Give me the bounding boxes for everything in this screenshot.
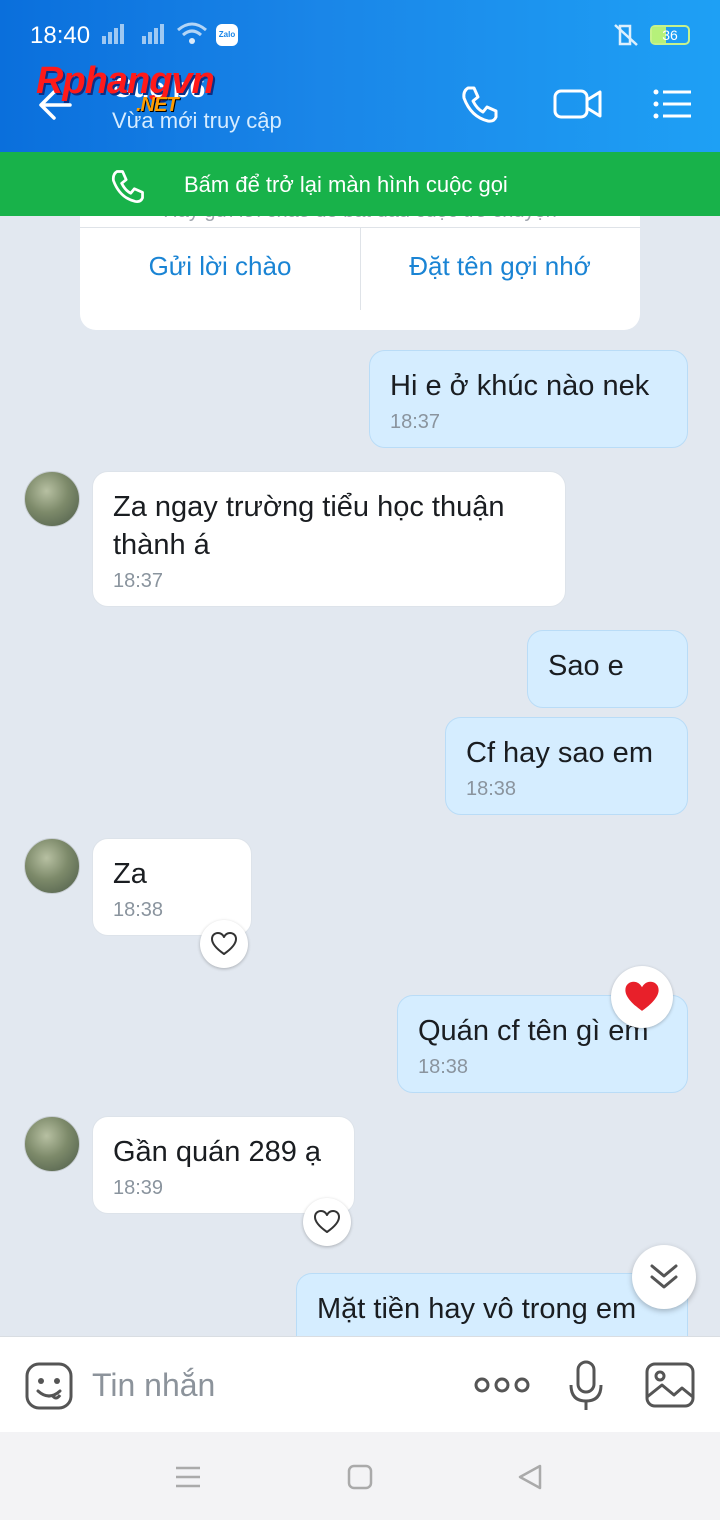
sticker-emoji-icon[interactable]: [24, 1361, 74, 1411]
top-bar: 18:40 Zalo 36 Cuc b6 Vừa mới truy cập Rp…: [0, 0, 720, 152]
chat-area[interactable]: Hãy gửi lời chào để bắt đầu cuộc trò chu…: [0, 216, 720, 1336]
react-heart-button[interactable]: [200, 920, 248, 968]
message-text: Sao e: [548, 650, 624, 682]
heart-outline-icon: [314, 1210, 340, 1233]
back-triangle-icon[interactable]: [516, 1463, 544, 1491]
wifi-icon: [176, 22, 208, 47]
image-gallery-icon[interactable]: [644, 1361, 696, 1409]
message-bubble-received[interactable]: Za ngay trường tiểu học thuận thành á 18…: [92, 471, 566, 607]
message-bubble-sent[interactable]: Cf hay sao em 18:38: [445, 717, 688, 815]
reaction-heart-badge[interactable]: [611, 966, 673, 1028]
contact-avatar[interactable]: [24, 838, 80, 894]
status-bar: 18:40 Zalo 36: [0, 0, 720, 60]
message-time: 18:37: [113, 570, 164, 592]
heart-outline-icon: [211, 932, 237, 955]
message-text: Hi e ở khúc nào nek: [390, 370, 650, 402]
message-composer: Tin nhắn: [0, 1336, 720, 1432]
set-nickname-button[interactable]: Đặt tên gợi nhớ: [360, 251, 640, 282]
microphone-icon[interactable]: [566, 1359, 606, 1413]
message-text: Mặt tiền hay vô trong em: [317, 1293, 637, 1325]
return-to-call-banner[interactable]: Bấm để trở lại màn hình cuộc gọi: [0, 152, 720, 216]
message-text: Cf hay sao em: [466, 737, 653, 769]
message-bubble-sent[interactable]: Sao e: [527, 630, 688, 708]
message-input[interactable]: Tin nhắn: [92, 1367, 215, 1404]
battery-indicator: 36: [650, 25, 690, 45]
send-greeting-button[interactable]: Gửi lời chào: [80, 251, 360, 282]
message-text: Za: [113, 858, 147, 890]
phone-icon[interactable]: [458, 82, 502, 126]
mute-vibrate-icon: [612, 22, 640, 51]
scroll-to-bottom-button[interactable]: [632, 1245, 696, 1309]
more-options-icon[interactable]: [474, 1373, 530, 1397]
watermark-logo: Rphangvn .NET: [36, 60, 215, 116]
message-time: 18:39: [113, 1177, 164, 1199]
message-text: Za ngay trường tiểu học thuận thành á: [113, 491, 505, 561]
message-text: Quán cf tên gì em: [418, 1015, 649, 1047]
signal-icon-2: [138, 22, 168, 47]
react-heart-button[interactable]: [303, 1198, 351, 1246]
message-time: 18:37: [390, 411, 441, 433]
message-bubble-received[interactable]: Gần quán 289 ạ 18:39: [92, 1116, 355, 1214]
video-call-icon[interactable]: [552, 82, 604, 126]
signal-icon: [98, 22, 128, 47]
heart-filled-icon: [625, 981, 659, 1011]
double-chevron-down-icon: [650, 1264, 678, 1289]
message-bubble-sent[interactable]: Hi e ở khúc nào nek 18:37: [369, 350, 688, 448]
zalo-app-icon: Zalo: [216, 24, 238, 46]
greeting-card: Hãy gửi lời chào để bắt đầu cuộc trò chu…: [80, 216, 640, 330]
system-navigation-bar: [0, 1432, 720, 1520]
call-banner-text: Bấm để trở lại màn hình cuộc gọi: [184, 172, 508, 197]
home-icon[interactable]: [346, 1463, 374, 1491]
recent-apps-icon[interactable]: [174, 1463, 202, 1491]
contact-avatar[interactable]: [24, 471, 80, 527]
message-bubble-sent[interactable]: Mặt tiền hay vô trong em: [296, 1273, 688, 1336]
message-time: 18:38: [418, 1056, 469, 1078]
message-text: Gần quán 289 ạ: [113, 1136, 322, 1168]
message-time: 18:38: [113, 899, 164, 921]
phone-icon: [111, 170, 144, 203]
status-time: 18:40: [30, 22, 91, 49]
menu-list-icon[interactable]: [650, 82, 694, 126]
contact-avatar[interactable]: [24, 1116, 80, 1172]
message-time: 18:38: [466, 778, 517, 800]
